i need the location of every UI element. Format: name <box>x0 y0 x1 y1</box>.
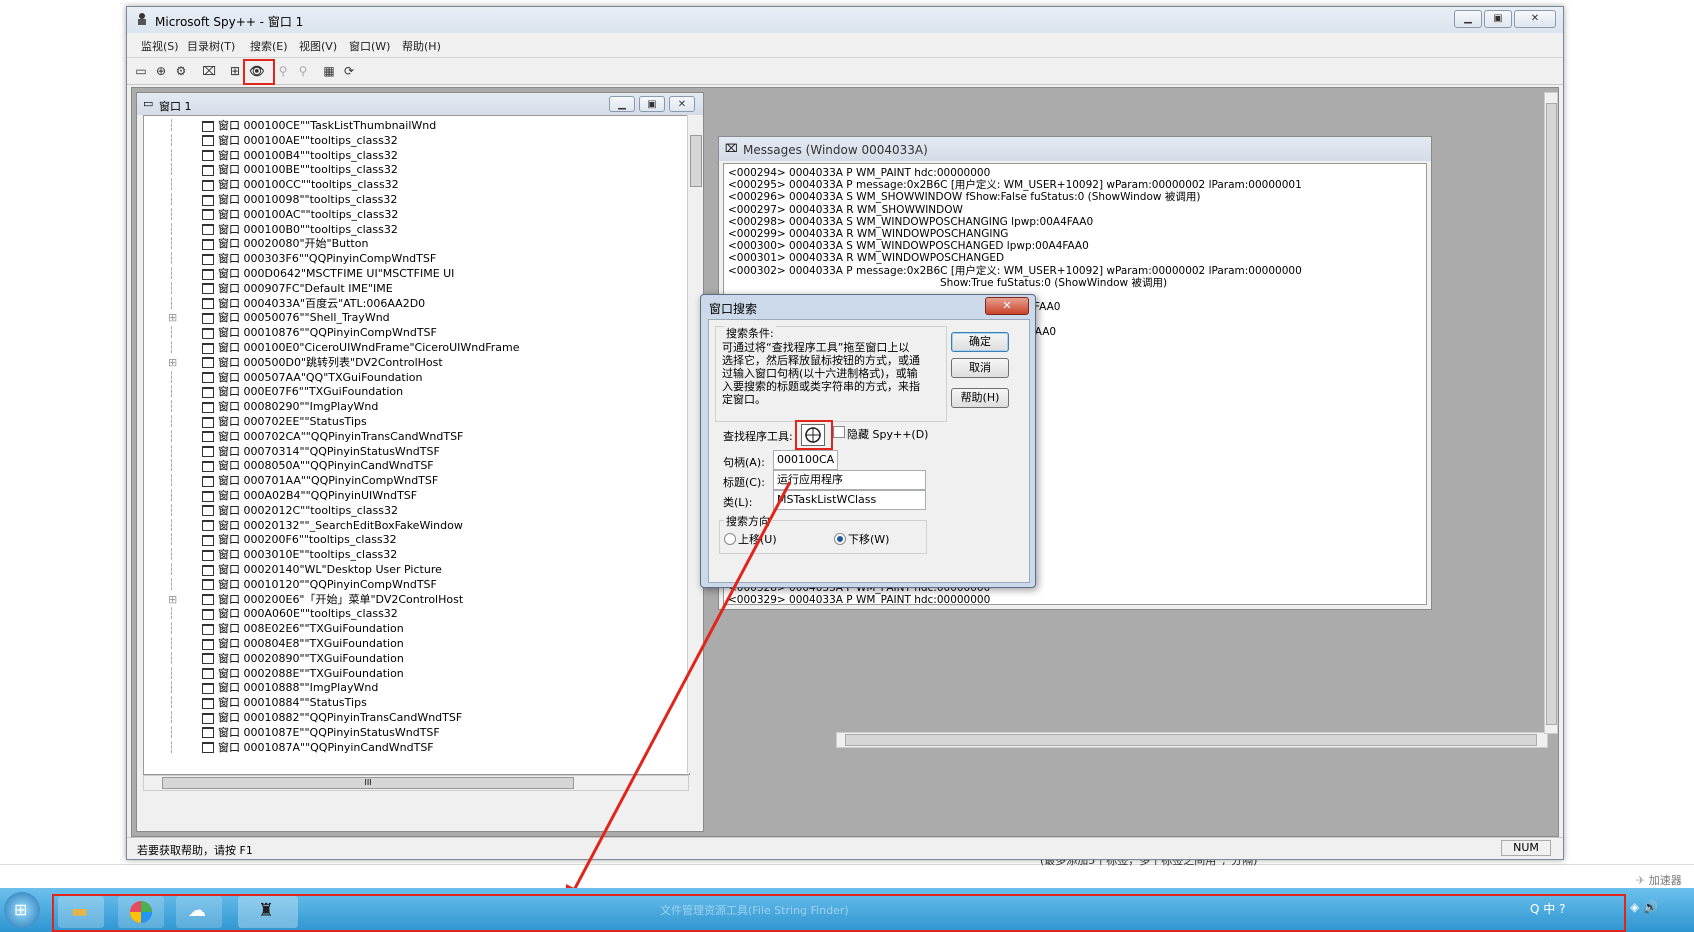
color-wheel-icon <box>130 901 152 923</box>
taskbar-app-spy[interactable]: ♜ <box>238 896 298 928</box>
spy-icon: ♜ <box>258 900 275 921</box>
ime-icon: Q <box>1530 902 1540 916</box>
ime-label: 中 <box>1543 902 1556 916</box>
volume-icon: 🔊 <box>1643 900 1659 914</box>
taskbar-app-baidu-cloud[interactable]: ☁ <box>176 896 222 928</box>
cloud-icon: ☁ <box>188 900 206 921</box>
annotation-arrow <box>566 481 792 906</box>
windows-logo-icon: ⊞ <box>14 900 28 919</box>
taskbar: ⊞ ▬ ☁ ♜ 文件管理资源工具(File String Finder) Q 中… <box>0 888 1694 932</box>
tray-app-icon: ◈ <box>1630 900 1640 914</box>
folder-icon: ▬ <box>71 901 89 922</box>
help-icon: ? <box>1559 902 1566 916</box>
taskbar-app-colorwheel[interactable] <box>118 896 164 928</box>
ime-indicator[interactable]: Q 中 ? <box>1530 900 1566 917</box>
blurred-taskbar-tab[interactable]: 文件管理资源工具(File String Finder) <box>660 902 980 922</box>
start-button[interactable]: ⊞ <box>4 892 40 928</box>
tray-icons[interactable]: ◈ 🔊 <box>1630 900 1658 914</box>
taskbar-app-explorer[interactable]: ▬ <box>58 896 104 928</box>
